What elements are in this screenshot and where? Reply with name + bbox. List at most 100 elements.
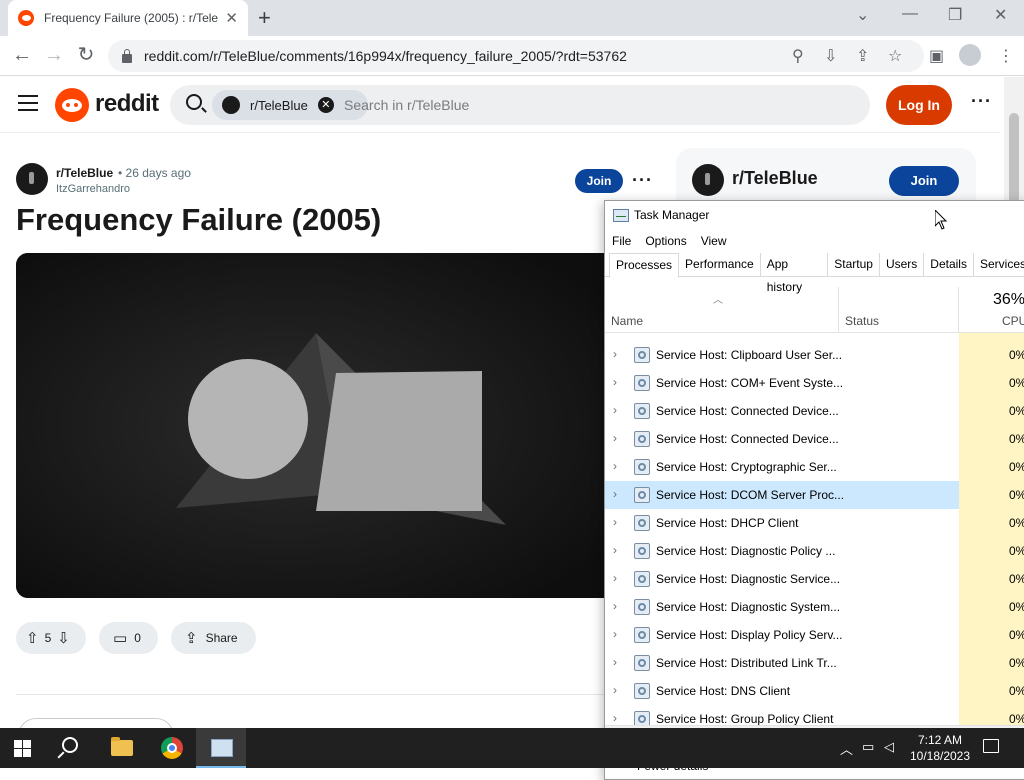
expand-chevron-icon[interactable]: › [613, 711, 617, 725]
comments-button[interactable]: ▭ 0 [99, 622, 158, 654]
address-bar[interactable]: reddit.com/r/TeleBlue/comments/16p994x/f… [108, 40, 924, 72]
expand-chevron-icon[interactable]: › [613, 571, 617, 585]
expand-chevron-icon[interactable]: › [613, 627, 617, 641]
file-explorer-icon[interactable] [111, 737, 133, 756]
task-manager-titlebar[interactable]: Task Manager [605, 201, 1024, 231]
more-options-icon[interactable]: ··· [971, 91, 992, 112]
task-manager-taskbar-icon[interactable] [196, 728, 246, 768]
service-gear-icon [634, 487, 650, 503]
taskbar-search-icon[interactable] [62, 737, 78, 753]
process-row[interactable]: › Service Host: DNS Client 0% [605, 677, 1024, 705]
expand-chevron-icon[interactable]: › [613, 403, 617, 417]
minimize-button[interactable]: — [902, 5, 918, 23]
install-icon[interactable]: ⇩ [824, 46, 837, 66]
close-window-button[interactable]: ✕ [994, 5, 1007, 25]
column-separator[interactable] [958, 287, 959, 333]
menu-file[interactable]: File [605, 231, 638, 251]
tab-users[interactable]: Users [880, 253, 925, 276]
column-status-header[interactable]: Status [845, 314, 879, 328]
post-author-link[interactable]: ItzGarrehandro [56, 183, 130, 195]
downvote-icon[interactable]: ⇩ [57, 629, 70, 647]
expand-chevron-icon[interactable]: › [613, 487, 617, 501]
expand-chevron-icon[interactable]: › [613, 375, 617, 389]
service-gear-icon [634, 515, 650, 531]
menu-options[interactable]: Options [638, 231, 693, 251]
search-input[interactable]: Search in r/TeleBlue [344, 97, 469, 113]
reload-button[interactable]: ↻ [74, 44, 98, 66]
join-button[interactable]: Join [575, 169, 623, 193]
tab-startup[interactable]: Startup [828, 253, 880, 276]
process-row[interactable]: › Service Host: Clipboard User Ser... 0% [605, 341, 1024, 369]
new-tab-button[interactable]: + [258, 5, 271, 31]
process-row[interactable]: › Service Host: COM+ Event Syste... 0% [605, 369, 1024, 397]
reddit-wordmark[interactable]: reddit [95, 90, 159, 118]
restore-button[interactable]: ❐ [948, 5, 962, 25]
upvote-icon[interactable]: ⇧ [26, 629, 39, 647]
tab-app-history[interactable]: App history [761, 253, 829, 294]
process-row[interactable]: › Service Host: Display Policy Serv... 0% [605, 621, 1024, 649]
bookmark-star-icon[interactable]: ☆ [888, 46, 902, 66]
scrollbar-thumb[interactable] [1009, 113, 1019, 203]
process-row[interactable]: › Service Host: Distributed Link Tr... 0% [605, 649, 1024, 677]
chrome-menu-icon[interactable]: ⋮ [998, 46, 1014, 66]
network-icon[interactable]: ▭ [862, 739, 874, 755]
forward-button[interactable]: → [42, 44, 66, 66]
sidebar-subreddit-name[interactable]: r/TeleBlue [732, 168, 818, 189]
browser-tab[interactable]: Frequency Failure (2005) : r/TeleBlue ✕ [8, 0, 248, 36]
process-row[interactable]: › Service Host: Diagnostic System... 0% [605, 593, 1024, 621]
expand-chevron-icon[interactable]: › [613, 347, 617, 361]
expand-chevron-icon[interactable]: › [613, 459, 617, 473]
expand-chevron-icon[interactable]: › [613, 543, 617, 557]
expand-chevron-icon[interactable]: › [613, 431, 617, 445]
expand-chevron-icon[interactable]: › [613, 655, 617, 669]
taskbar-clock[interactable]: 7:12 AM 10/18/2023 [908, 732, 972, 764]
profile-avatar[interactable] [959, 44, 981, 66]
side-panel-icon[interactable]: ▣ [929, 46, 944, 66]
process-name: Service Host: Cryptographic Ser... [656, 460, 837, 474]
reddit-header: reddit r/TeleBlue ✕ Search in r/TeleBlue… [0, 77, 1000, 133]
process-cpu: 0% [959, 369, 1024, 397]
windows-start-icon[interactable] [14, 740, 31, 757]
expand-chevron-icon[interactable]: › [613, 599, 617, 613]
expand-chevron-icon[interactable]: › [613, 683, 617, 697]
column-separator[interactable] [838, 287, 839, 333]
share-icon[interactable]: ⇪ [856, 46, 869, 66]
reddit-logo-icon[interactable] [55, 88, 89, 122]
search-icon[interactable]: ⚲ [792, 46, 804, 66]
notifications-icon[interactable] [983, 739, 999, 753]
column-name-header[interactable]: Name [611, 314, 643, 328]
sidebar-join-button[interactable]: Join [889, 166, 959, 196]
hamburger-menu-icon[interactable] [18, 95, 38, 111]
expand-chevron-icon[interactable]: › [613, 515, 617, 529]
tray-chevron-icon[interactable]: ︿ [840, 739, 853, 758]
volume-muted-icon[interactable]: ◁ [884, 739, 894, 755]
post-subreddit-link[interactable]: r/TeleBlue [56, 166, 113, 180]
chrome-icon[interactable] [161, 737, 183, 759]
search-bar[interactable]: r/TeleBlue ✕ Search in r/TeleBlue [170, 85, 870, 125]
process-row[interactable]: › Service Host: Group Policy Client 0% [605, 705, 1024, 725]
tab-close-icon[interactable]: ✕ [225, 9, 238, 27]
service-gear-icon [634, 543, 650, 559]
post-options-icon[interactable]: ··· [632, 170, 653, 191]
back-button[interactable]: ← [10, 44, 34, 66]
tab-processes[interactable]: Processes [609, 253, 680, 278]
process-row[interactable]: › Service Host: Diagnostic Policy ... 0% [605, 537, 1024, 565]
menu-view[interactable]: View [694, 231, 734, 251]
process-row[interactable]: › Service Host: Diagnostic Service... 0% [605, 565, 1024, 593]
process-row[interactable]: › Service Host: Cryptographic Ser... 0% [605, 453, 1024, 481]
process-row[interactable]: › Service Host: DHCP Client 0% [605, 509, 1024, 537]
subreddit-avatar[interactable] [16, 163, 48, 195]
tab-services[interactable]: Services [974, 253, 1024, 276]
process-row[interactable]: › Service Host: DCOM Server Proc... 0% [605, 481, 1024, 509]
post-video[interactable] [16, 253, 616, 598]
login-button[interactable]: Log In [886, 85, 952, 125]
column-cpu-header[interactable]: CPU [1002, 314, 1024, 328]
chip-remove-icon[interactable]: ✕ [317, 97, 334, 113]
process-row[interactable]: › Service Host: Connected Device... 0% [605, 397, 1024, 425]
process-row[interactable]: › Service Host: Connected Device... 0% [605, 425, 1024, 453]
task-manager-menubar: File Options View [605, 231, 734, 251]
tab-details[interactable]: Details [924, 253, 974, 276]
tab-performance[interactable]: Performance [679, 253, 761, 276]
tab-search-chevron-icon[interactable]: ⌄ [856, 5, 869, 25]
share-button[interactable]: ⇪ Share [171, 622, 256, 654]
